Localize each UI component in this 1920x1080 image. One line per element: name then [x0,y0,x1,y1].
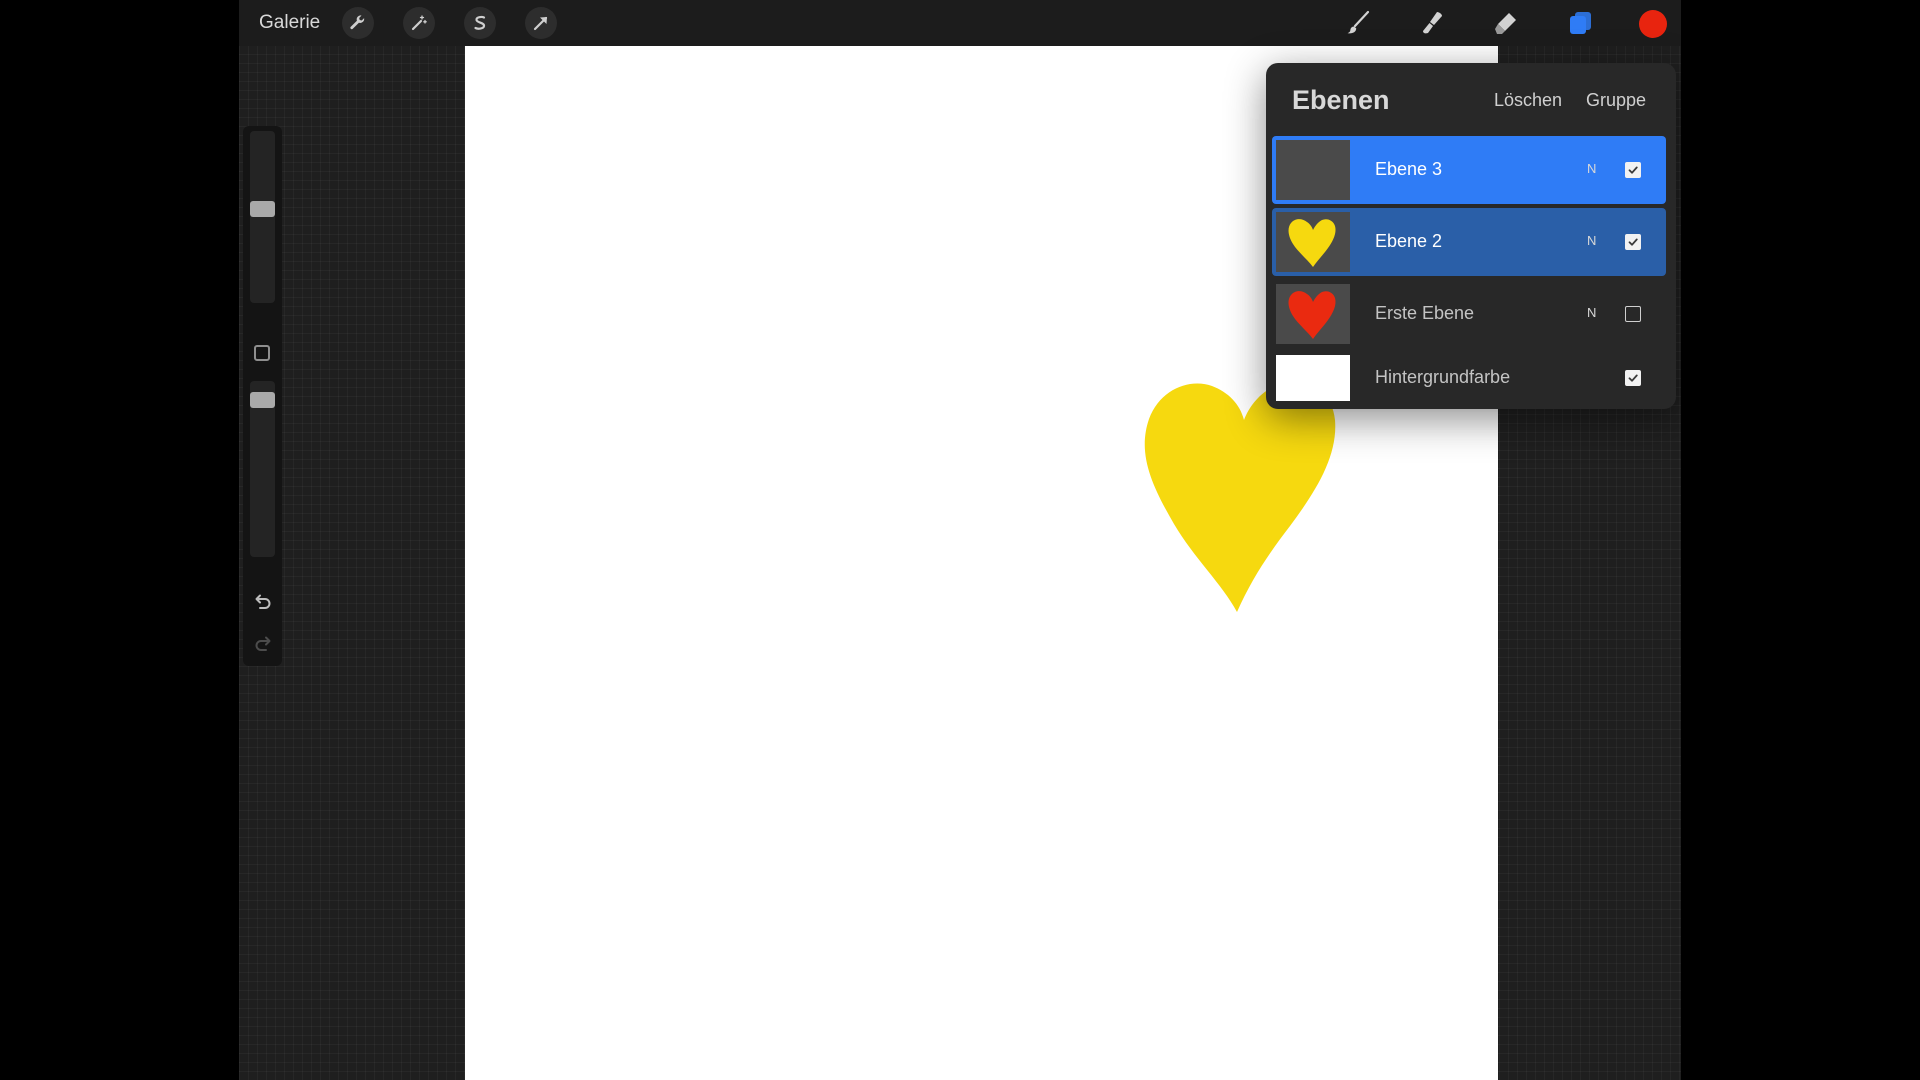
transform-arrow-icon[interactable] [525,7,557,39]
heart-thumbnail-icon [1288,219,1336,267]
top-toolbar: Galerie [239,0,1681,46]
visibility-checkbox[interactable] [1625,162,1641,178]
layer-thumbnail [1276,355,1350,401]
layer-row[interactable]: Ebene 2 N [1272,208,1666,276]
visibility-checkbox[interactable] [1625,370,1641,386]
layer-name: Ebene 3 [1375,159,1443,179]
heart-thumbnail-icon [1288,291,1336,339]
selection-s-icon[interactable] [464,7,496,39]
delete-button[interactable]: Löschen [1494,90,1562,111]
layer-name: Erste Ebene [1375,303,1475,323]
brush-size-thumb[interactable] [250,201,275,217]
redo-icon[interactable] [252,634,274,656]
visibility-checkbox[interactable] [1625,306,1641,322]
brush-icon[interactable] [1343,8,1373,38]
layer-row[interactable]: Hintergrundfarbe [1272,344,1666,412]
group-button[interactable]: Gruppe [1586,90,1646,111]
procreate-app: Galerie Ebenen Löschen Gruppe Ebene 3 N … [239,0,1681,1080]
layer-name: Hintergrundfarbe [1375,367,1511,387]
layer-name: Ebene 2 [1375,231,1443,251]
blend-mode-button[interactable]: N [1587,233,1596,248]
brush-size-slider[interactable] [250,131,275,303]
undo-icon[interactable] [252,592,274,614]
layer-thumbnail [1276,284,1350,344]
eraser-icon[interactable] [1491,8,1521,38]
gallery-button[interactable]: Galerie [259,12,320,34]
blend-mode-button[interactable]: N [1587,161,1596,176]
layer-row[interactable]: Erste Ebene N [1272,280,1666,348]
opacity-thumb[interactable] [250,392,275,408]
layer-thumbnail [1276,212,1350,272]
layers-icon[interactable] [1565,8,1595,38]
opacity-slider[interactable] [250,381,275,557]
visibility-checkbox[interactable] [1625,234,1641,250]
wrench-icon[interactable] [342,7,374,39]
left-sidebar [243,126,282,666]
blend-mode-button[interactable]: N [1587,305,1596,320]
smudge-icon[interactable] [1417,8,1447,38]
color-picker-button[interactable] [1639,10,1667,38]
layer-row[interactable]: Ebene 3 N [1272,136,1666,204]
magic-wand-icon[interactable] [403,7,435,39]
panel-title: Ebenen [1292,85,1390,115]
modify-button[interactable] [254,345,270,361]
layer-thumbnail [1276,140,1350,200]
layers-panel: Ebenen Löschen Gruppe Ebene 3 N Ebene 2 … [1266,63,1676,409]
